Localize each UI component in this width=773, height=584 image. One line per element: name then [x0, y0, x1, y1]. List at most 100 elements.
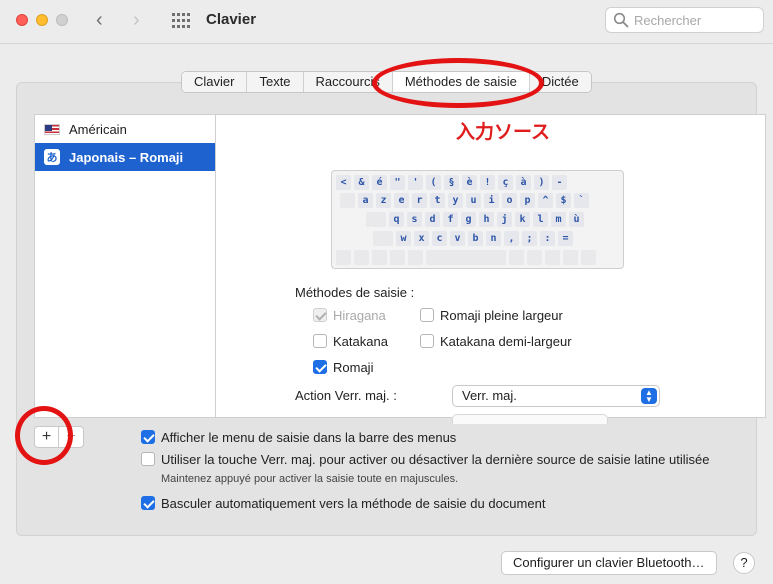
keyboard-key: k	[515, 212, 530, 227]
romaji-checkbox[interactable]	[313, 360, 327, 374]
caps-lock-switch-checkbox[interactable]	[141, 452, 155, 466]
keyboard-row: < & é " '(§ è! ç à) -	[336, 175, 567, 190]
remove-input-source-button[interactable]: −	[58, 426, 84, 448]
keyboard-key-blank	[509, 250, 524, 265]
source-label: Japonais – Romaji	[69, 149, 184, 165]
show-all-grid-icon[interactable]	[172, 13, 190, 29]
katakana-demi-largeur-label: Katakana demi-largeur	[440, 334, 572, 349]
keyboard-key-blank	[426, 250, 506, 265]
keyboard-key: $	[556, 193, 571, 208]
keyboard-key: b	[468, 231, 483, 246]
forward-chevron-icon[interactable]: ›	[133, 10, 140, 30]
configure-bluetooth-keyboard-button[interactable]: Configurer un clavier Bluetooth…	[501, 551, 717, 575]
annotation-text: 入力ソース	[456, 121, 551, 143]
keyboard-key: è	[462, 175, 477, 190]
keyboard-key: <	[336, 175, 351, 190]
minimize-window-button[interactable]	[36, 14, 48, 26]
keyboard-key: )	[534, 175, 549, 190]
tab-bar: Clavier Texte Raccourcis Méthodes de sai…	[181, 71, 592, 93]
keyboard-key: e	[394, 193, 409, 208]
back-chevron-icon[interactable]: ‹	[96, 10, 103, 30]
caps-lock-switch-label: Utiliser la touche Verr. maj. pour activ…	[161, 452, 710, 467]
keyboard-key: ù	[569, 212, 584, 227]
keyboard-key-blank	[340, 193, 355, 208]
keyboard-key: u	[466, 193, 481, 208]
keyboard-key: §	[444, 175, 459, 190]
keyboard-key: d	[425, 212, 440, 227]
keyboard-key: f	[443, 212, 458, 227]
keyboard-key: &	[354, 175, 369, 190]
keyboard-key: n	[486, 231, 501, 246]
keyboard-key: t	[430, 193, 445, 208]
keyboard-key: ;	[522, 231, 537, 246]
katakana-label: Katakana	[333, 334, 388, 349]
help-button[interactable]: ?	[733, 552, 755, 574]
close-window-button[interactable]	[16, 14, 28, 26]
romaji-pleine-largeur-checkbox[interactable]	[420, 308, 434, 322]
caps-lock-action-select[interactable]: Verr. maj. ▲ ▼	[452, 385, 660, 407]
keyboard-key: -	[552, 175, 567, 190]
katakana-checkbox[interactable]	[313, 334, 327, 348]
keyboard-key: s	[407, 212, 422, 227]
keyboard-row: qsdfghjklmù	[366, 212, 584, 227]
keyboard-key-blank	[408, 250, 423, 265]
keyboard-key-blank	[545, 250, 560, 265]
keyboard-key-blank	[372, 250, 387, 265]
partially-hidden-popup	[452, 414, 608, 424]
keyboard-key: !	[480, 175, 495, 190]
show-input-menu-label: Afficher le menu de saisie dans la barre…	[161, 430, 457, 445]
keyboard-key-blank	[336, 250, 351, 265]
tab-methodes-de-saisie[interactable]: Méthodes de saisie	[392, 72, 530, 92]
keyboard-key-blank	[581, 250, 596, 265]
keyboard-key: v	[450, 231, 465, 246]
keyboard-key: '	[408, 175, 423, 190]
keyboard-key: a	[358, 193, 373, 208]
tab-raccourcis[interactable]: Raccourcis	[303, 72, 393, 92]
title-bar: ‹ › Clavier	[0, 0, 773, 44]
show-input-menu-checkbox[interactable]	[141, 430, 155, 444]
hiragana-a-icon: あ	[44, 149, 60, 165]
tab-dictee[interactable]: Dictée	[529, 72, 591, 92]
keyboard-key: h	[479, 212, 494, 227]
hiragana-label: Hiragana	[333, 308, 386, 323]
search-icon	[613, 12, 629, 28]
zoom-window-button[interactable]	[56, 14, 68, 26]
keyboard-key: à	[516, 175, 531, 190]
list-item-americain[interactable]: Américain	[35, 115, 215, 143]
auto-switch-checkbox[interactable]	[141, 496, 155, 510]
keyboard-layout-preview: < & é " '(§ è! ç à) - a z e r t y u i o p ^ $ ` qsdfghjklmù …	[331, 170, 624, 269]
keyboard-key-blank	[390, 250, 405, 265]
list-item-japonais-romaji[interactable]: あ Japonais – Romaji	[35, 143, 215, 171]
up-down-chevron-icon: ▲ ▼	[641, 388, 657, 404]
caps-lock-action-value: Verr. maj.	[462, 388, 517, 403]
search-field[interactable]	[605, 7, 764, 33]
keyboard-key-blank	[366, 212, 386, 227]
caps-lock-hint: Maintenez appuyé pour activer la saisie …	[161, 473, 459, 485]
keyboard-key: ^	[538, 193, 553, 208]
romaji-pleine-largeur-label: Romaji pleine largeur	[440, 308, 563, 323]
caps-lock-action-label: Action Verr. maj. :	[295, 388, 397, 403]
keyboard-key: m	[551, 212, 566, 227]
source-label: Américain	[69, 121, 127, 137]
keyboard-key: w	[396, 231, 411, 246]
keyboard-key: (	[426, 175, 441, 190]
keyboard-key-blank	[563, 250, 578, 265]
tab-texte[interactable]: Texte	[247, 72, 304, 92]
us-flag-icon	[44, 123, 60, 135]
auto-switch-label: Basculer automatiquement vers la méthode…	[161, 496, 546, 511]
input-source-list[interactable]: Américain あ Japonais – Romaji	[34, 114, 216, 418]
keyboard-key: =	[558, 231, 573, 246]
keyboard-key: c	[432, 231, 447, 246]
add-input-source-button[interactable]: +	[34, 426, 59, 448]
search-input[interactable]	[634, 12, 759, 29]
katakana-demi-largeur-checkbox[interactable]	[420, 334, 434, 348]
keyboard-row: w x c v b n,;: =	[373, 231, 573, 246]
keyboard-row	[336, 250, 596, 265]
keyboard-key: g	[461, 212, 476, 227]
keyboard-row: a z e r t y u i o p ^ $ `	[340, 193, 589, 208]
hiragana-checkbox	[313, 308, 327, 322]
keyboard-key-blank	[354, 250, 369, 265]
keyboard-key: z	[376, 193, 391, 208]
window-title: Clavier	[206, 11, 257, 28]
tab-clavier[interactable]: Clavier	[182, 72, 248, 92]
